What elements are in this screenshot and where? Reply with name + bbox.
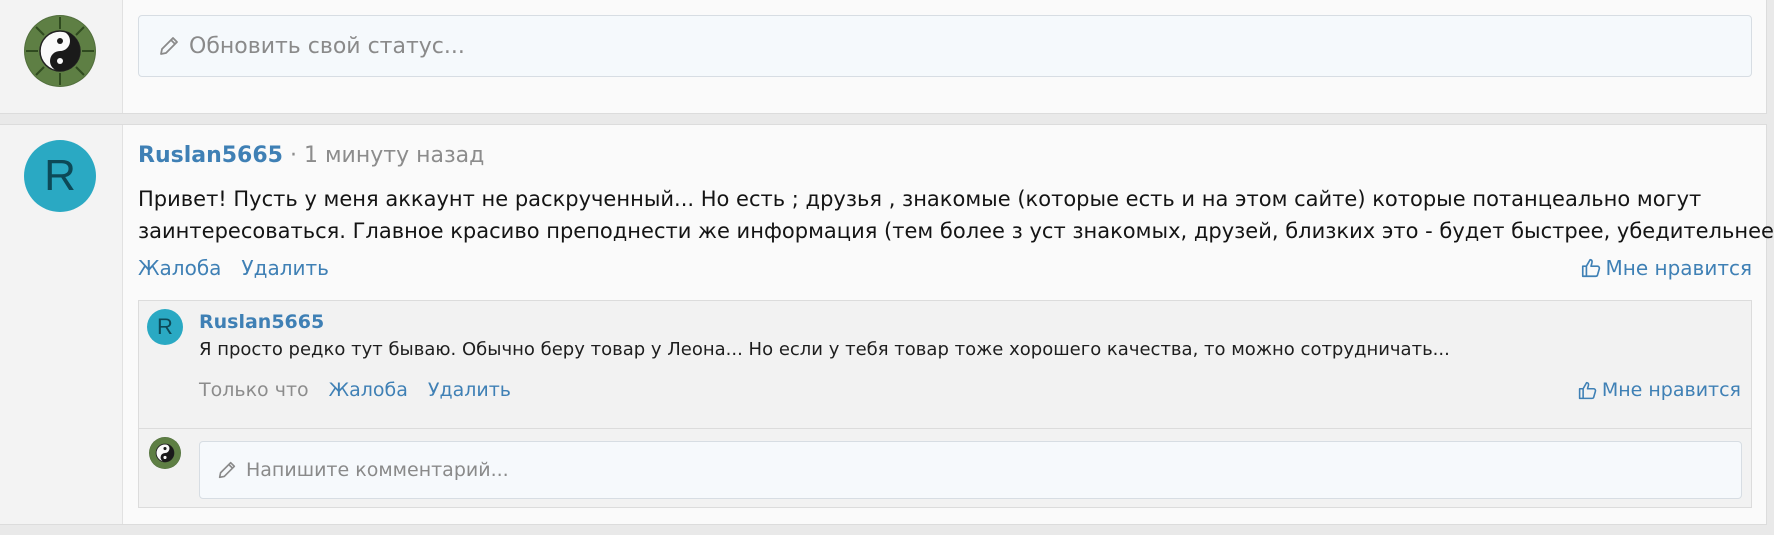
status-placeholder: Обновить свой статус... xyxy=(189,33,465,59)
post-report-link[interactable]: Жалоба xyxy=(138,256,221,280)
yin-yang-avatar-icon xyxy=(149,437,181,469)
post-time[interactable]: 1 минуту назад xyxy=(304,143,484,168)
post-delete-link[interactable]: Удалить xyxy=(241,256,329,280)
post-header: Ruslan5665 · 1 минуту назад xyxy=(138,143,484,168)
comment-text: Я просто редко тут бываю. Обычно беру то… xyxy=(199,339,1450,360)
status-update-block: Обновить свой статус... xyxy=(0,0,1767,114)
thumbs-up-icon xyxy=(1578,381,1597,399)
post-like-button[interactable]: Мне нравится xyxy=(1580,256,1752,280)
yin-yang-avatar-icon xyxy=(25,16,95,86)
comments-section: R Ruslan5665 Я просто редко тут бываю. О… xyxy=(138,300,1752,508)
comment-author-link[interactable]: Ruslan5665 xyxy=(199,311,324,333)
comment-divider xyxy=(139,428,1751,429)
post-text-line-1: Привет! Пусть у меня аккаунт не раскруче… xyxy=(138,187,1702,211)
post-author-link[interactable]: Ruslan5665 xyxy=(138,143,283,168)
post-text-line-2: заинтересоваться. Главное красиво препод… xyxy=(138,219,1774,243)
pencil-icon xyxy=(160,37,178,55)
comment-delete-link[interactable]: Удалить xyxy=(428,379,511,401)
post-like-label: Мне нравится xyxy=(1605,256,1752,280)
comment-placeholder: Напишите комментарий... xyxy=(246,459,509,481)
comment-author-avatar[interactable]: R xyxy=(147,309,183,345)
status-input[interactable]: Обновить свой статус... xyxy=(138,15,1752,77)
comment-input[interactable]: Напишите комментарий... xyxy=(199,441,1742,499)
comment-like-button[interactable]: Мне нравится xyxy=(1577,379,1741,401)
post-body: Привет! Пусть у меня аккаунт не раскруче… xyxy=(138,183,1774,247)
post-block: R Ruslan5665 · 1 минуту назад Привет! Пу… xyxy=(0,124,1774,525)
post-author-avatar[interactable]: R xyxy=(24,140,96,212)
comment-report-link[interactable]: Жалоба xyxy=(329,379,408,401)
header-separator: · xyxy=(282,143,304,168)
pencil-icon xyxy=(218,461,236,479)
comment-actions: Только что Жалоба Удалить xyxy=(199,379,531,401)
comment-time[interactable]: Только что xyxy=(199,379,309,401)
commenter-avatar[interactable] xyxy=(149,437,181,469)
user-avatar[interactable] xyxy=(24,15,96,87)
post-actions: Жалоба Удалить xyxy=(138,256,349,280)
thumbs-up-icon xyxy=(1581,258,1600,278)
comment-like-label: Мне нравится xyxy=(1601,379,1741,401)
